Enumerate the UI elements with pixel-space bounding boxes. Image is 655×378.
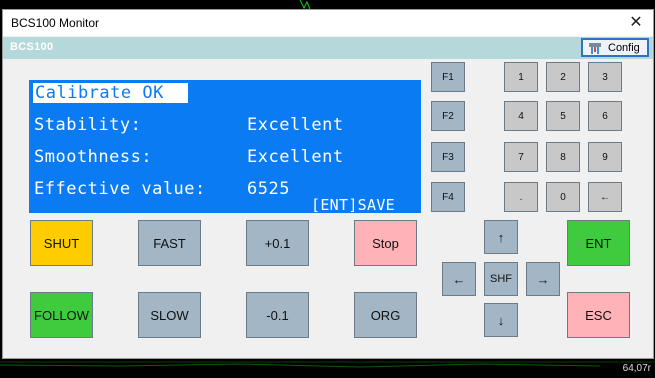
lcd-display: Calibrate OK Stability: Excellent Smooth…	[29, 80, 421, 214]
device-header: BCS100 Config	[3, 37, 653, 59]
close-icon[interactable]: ✕	[625, 12, 647, 34]
key-7[interactable]: 7	[504, 142, 538, 172]
key-5[interactable]: 5	[546, 101, 580, 131]
follow-button[interactable]: FOLLOW	[30, 292, 93, 338]
lcd-effective-label: Effective value:	[34, 179, 206, 199]
key-3[interactable]: 3	[588, 62, 622, 92]
f4-button[interactable]: F4	[431, 182, 465, 212]
fast-button[interactable]: FAST	[138, 220, 201, 266]
config-tool-icon	[589, 42, 601, 54]
stop-button[interactable]: Stop	[354, 220, 417, 266]
window-title: BCS100 Monitor	[11, 16, 100, 30]
f2-button[interactable]: F2	[431, 101, 465, 131]
key-4[interactable]: 4	[504, 101, 538, 131]
key-0[interactable]: 0	[546, 182, 580, 212]
shut-button[interactable]: SHUT	[30, 220, 93, 266]
plus-step-button[interactable]: +0.1	[246, 220, 309, 266]
lcd-line-status: Calibrate OK	[33, 83, 188, 103]
key-2[interactable]: 2	[546, 62, 580, 92]
arrow-left-icon[interactable]: ←	[442, 262, 476, 296]
backspace-icon[interactable]: ←	[588, 182, 622, 212]
lcd-stability-value: Excellent	[247, 115, 344, 135]
key-decimal[interactable]: .	[504, 182, 538, 212]
slow-button[interactable]: SLOW	[138, 292, 201, 338]
f1-button[interactable]: F1	[431, 62, 465, 92]
f3-button[interactable]: F3	[431, 142, 465, 172]
shift-button[interactable]: SHF	[484, 262, 518, 296]
monitor-window: BCS100 Monitor ✕ BCS100 Config Calibrate…	[2, 9, 654, 359]
corner-readout: 64,07r	[622, 363, 651, 374]
arrow-up-icon[interactable]: ↑	[484, 220, 518, 254]
lcd-stability-label: Stability:	[34, 115, 142, 135]
key-6[interactable]: 6	[588, 101, 622, 131]
config-label: Config	[608, 41, 640, 54]
ent-button[interactable]: ENT	[567, 220, 630, 266]
org-button[interactable]: ORG	[354, 292, 417, 338]
device-label: BCS100	[10, 41, 54, 53]
key-9[interactable]: 9	[588, 142, 622, 172]
lcd-effective-value: 6525	[247, 179, 290, 199]
title-bar: BCS100 Monitor ✕	[3, 10, 653, 36]
lcd-smoothness-value: Excellent	[247, 147, 344, 167]
config-button[interactable]: Config	[581, 38, 649, 57]
key-1[interactable]: 1	[504, 62, 538, 92]
lcd-save-hint: [ENT]SAVE	[311, 196, 395, 214]
minus-step-button[interactable]: -0.1	[246, 292, 309, 338]
arrow-down-icon[interactable]: ↓	[484, 303, 518, 337]
lcd-smoothness-label: Smoothness:	[34, 147, 153, 167]
esc-button[interactable]: ESC	[567, 292, 630, 338]
arrow-right-icon[interactable]: →	[526, 262, 560, 296]
key-8[interactable]: 8	[546, 142, 580, 172]
